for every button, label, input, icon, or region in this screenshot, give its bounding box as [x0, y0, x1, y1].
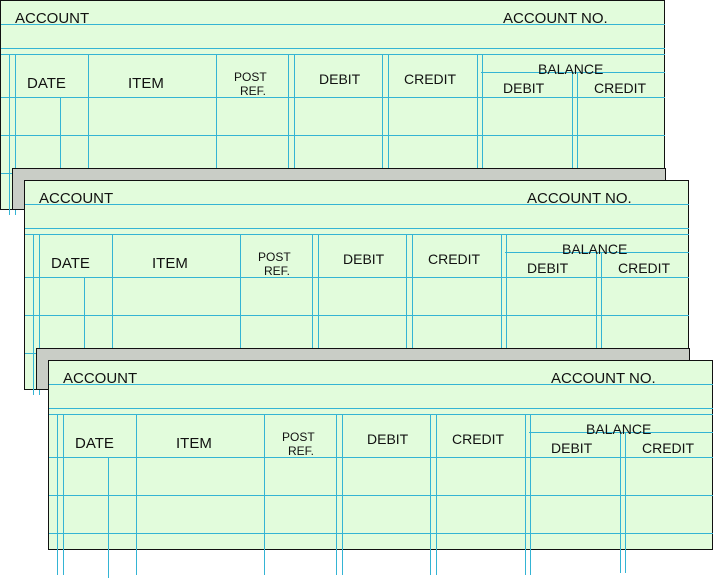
column-header-post-ref-line1: POST: [282, 430, 315, 444]
rule-row-1: [25, 315, 689, 316]
rule-row-1: [1, 135, 665, 136]
rule-postref-left: [264, 415, 265, 575]
rule-margin-1: [9, 55, 10, 215]
column-header-post-ref-line1: POST: [258, 250, 291, 264]
column-header-balance-credit: CREDIT: [642, 440, 695, 456]
column-header-post-ref-line2: REF.: [240, 84, 267, 98]
column-header-date: DATE: [27, 75, 66, 92]
column-header-item: ITEM: [176, 435, 212, 452]
rule-header-bottom: [1, 97, 665, 98]
account-label: ACCOUNT: [39, 190, 114, 207]
account-no-label: ACCOUNT NO.: [527, 190, 632, 207]
column-header-credit: CREDIT: [452, 431, 505, 447]
rule-header-top-1: [25, 228, 689, 229]
column-header-item: ITEM: [128, 75, 164, 92]
rule-margin-2: [63, 415, 64, 575]
rule-margin-1: [57, 415, 58, 575]
column-header-post-ref-line2: REF.: [288, 444, 315, 458]
rule-balance-left-2: [530, 415, 531, 575]
rule-item-left: [136, 415, 137, 575]
rule-header-bottom: [25, 277, 689, 278]
rule-credit-left-2: [436, 415, 437, 575]
column-header-post-ref-line1: POST: [234, 70, 267, 84]
rule-header-top-1: [1, 48, 665, 49]
rule-header-top-2: [49, 414, 713, 415]
column-header-debit: DEBIT: [319, 71, 361, 87]
account-label: ACCOUNT: [15, 10, 90, 27]
rule-balance-mid-1: [620, 433, 621, 573]
rule-header-top-2: [1, 54, 665, 55]
column-header-balance-credit: CREDIT: [618, 260, 671, 276]
account-no-label: ACCOUNT NO.: [503, 10, 608, 27]
column-header-item: ITEM: [152, 255, 188, 272]
rule-row-2: [49, 533, 713, 534]
rule-debit-left-2: [342, 415, 343, 575]
column-header-post-ref-line2: REF.: [264, 264, 291, 278]
rule-balance-left-1: [525, 415, 526, 575]
column-header-balance: BALANCE: [586, 421, 652, 437]
account-no-label: ACCOUNT NO.: [551, 370, 656, 387]
rule-header-top-1: [49, 408, 713, 409]
ledger-form-3: ACCOUNT ACCOUNT NO. DATE ITEM POST REF. …: [48, 360, 713, 578]
column-header-balance: BALANCE: [538, 61, 604, 77]
column-header-balance-debit: DEBIT: [551, 440, 593, 456]
rule-margin-1: [33, 235, 34, 395]
column-header-balance-credit: CREDIT: [594, 80, 647, 96]
rule-row-1: [49, 495, 713, 496]
column-header-date: DATE: [75, 435, 114, 452]
column-header-credit: CREDIT: [404, 71, 457, 87]
rule-debit-left-1: [336, 415, 337, 575]
rule-credit-left-1: [430, 415, 431, 575]
rule-header-top-2: [25, 234, 689, 235]
account-label: ACCOUNT: [63, 370, 138, 387]
column-header-balance-debit: DEBIT: [527, 260, 569, 276]
column-header-credit: CREDIT: [428, 251, 481, 267]
rule-date-split: [108, 458, 109, 578]
column-header-balance: BALANCE: [562, 241, 628, 257]
column-header-date: DATE: [51, 255, 90, 272]
column-header-debit: DEBIT: [367, 431, 409, 447]
column-header-debit: DEBIT: [343, 251, 385, 267]
column-header-balance-debit: DEBIT: [503, 80, 545, 96]
rule-header-bottom: [49, 457, 713, 458]
rule-balance-mid-2: [625, 433, 626, 573]
